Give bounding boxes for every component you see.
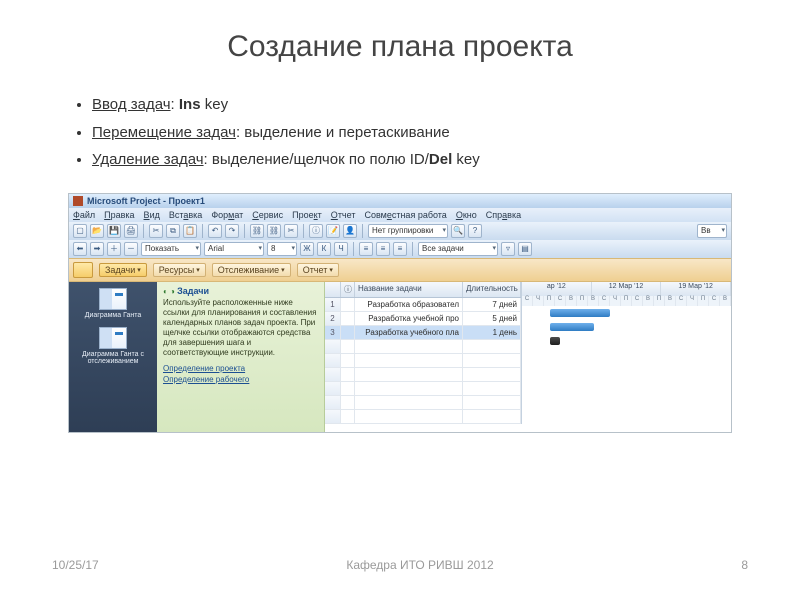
table-row[interactable]: [325, 340, 521, 354]
gantt-bar-selected[interactable]: [550, 337, 560, 345]
new-icon[interactable]: ▢: [73, 224, 87, 238]
minus-icon[interactable]: －: [124, 242, 138, 256]
group-combo[interactable]: Нет группировки: [368, 224, 448, 238]
bullet-3: Удаление задач: выделение/щелчок по полю…: [92, 147, 728, 173]
menu-view[interactable]: Вид: [144, 210, 160, 220]
col-info[interactable]: ⓘ: [341, 282, 355, 297]
toolbar-1: ▢ 📂 💾 🖨 ✂ ⧉ 📋 ↶ ↷ ⛓ ⛓ ✂ ⓘ 📝 👤 Нет группи…: [69, 222, 731, 240]
filter-combo[interactable]: Все задачи: [418, 242, 498, 256]
help-link-2[interactable]: Определение рабочего: [163, 375, 318, 384]
bullet-2: Перемещение задач: выделение и перетаски…: [92, 120, 728, 146]
menu-report[interactable]: Отчет: [331, 210, 356, 220]
fontsize-combo[interactable]: 8: [267, 242, 297, 256]
group-icon[interactable]: ▤: [518, 242, 532, 256]
slide-footer: 10/25/17 Кафедра ИТО РИВШ 2012 8: [0, 558, 800, 572]
table-row-selected[interactable]: 3 Разработка учебного пла 1 день: [325, 326, 521, 340]
save-icon[interactable]: 💾: [107, 224, 121, 238]
menu-tools[interactable]: Сервис: [252, 210, 283, 220]
align-r-icon[interactable]: ≡: [393, 242, 407, 256]
content: Диаграмма Ганта Диаграмма Ганта с отслеж…: [69, 282, 731, 432]
link-icon[interactable]: ⛓: [250, 224, 264, 238]
footer-center: Кафедра ИТО РИВШ 2012: [346, 558, 493, 572]
footer-date: 10/25/17: [52, 558, 99, 572]
gantt-week: ар '12: [522, 282, 592, 296]
view-bar: Диаграмма Ганта Диаграмма Ганта с отслеж…: [69, 282, 157, 432]
footer-page: 8: [741, 558, 748, 572]
underline-btn[interactable]: Ч: [334, 242, 348, 256]
ribbon-resources[interactable]: Ресурсы ▾: [153, 263, 206, 277]
gantt-days: СЧПСВ ПВСЧПСВ ПВСЧПСВ: [522, 296, 731, 306]
align-c-icon[interactable]: ≡: [376, 242, 390, 256]
italic-btn[interactable]: К: [317, 242, 331, 256]
gantt-bar[interactable]: [550, 309, 610, 317]
gantt-week: 12 Мар '12: [592, 282, 662, 296]
ribbon-home-icon[interactable]: [73, 262, 93, 278]
menubar: Файл Правка Вид Вставка Формат Сервис Пр…: [69, 208, 731, 222]
show-combo[interactable]: Показать: [141, 242, 201, 256]
menu-project[interactable]: Проект: [292, 210, 322, 220]
font-combo[interactable]: Arial: [204, 242, 264, 256]
ribbon-tasks[interactable]: Задачи ▾: [99, 263, 147, 277]
col-name[interactable]: Название задачи: [355, 282, 463, 297]
gantt-week: 19 Мар '12: [661, 282, 731, 296]
help-title: Задачи: [163, 286, 318, 296]
menu-help[interactable]: Справка: [486, 210, 521, 220]
titlebar: Microsoft Project - Проект1: [69, 194, 731, 208]
copy-icon[interactable]: ⧉: [166, 224, 180, 238]
info-icon[interactable]: ⓘ: [309, 224, 323, 238]
menu-format[interactable]: Формат: [211, 210, 243, 220]
bullets: Ввод задач: Ins key Перемещение задач: в…: [0, 92, 800, 193]
bold-btn[interactable]: Ж: [300, 242, 314, 256]
ribbon-report[interactable]: Отчет ▾: [297, 263, 339, 277]
gantt-chart[interactable]: ар '12 12 Мар '12 19 Мар '12 СЧПСВ ПВСЧП…: [521, 282, 731, 424]
cut-icon[interactable]: ✂: [149, 224, 163, 238]
task-table: ⓘ Название задачи Длительность 1 Разрабо…: [325, 282, 731, 432]
plus-icon[interactable]: ＋: [107, 242, 121, 256]
table-row[interactable]: [325, 368, 521, 382]
open-icon[interactable]: 📂: [90, 224, 104, 238]
menu-edit[interactable]: Правка: [104, 210, 134, 220]
indent-icon[interactable]: ➡: [90, 242, 104, 256]
table-row[interactable]: 1 Разработка образовател 7 дней: [325, 298, 521, 312]
zoom-icon[interactable]: 🔍: [451, 224, 465, 238]
table-row[interactable]: [325, 410, 521, 424]
search-right[interactable]: Вв: [697, 224, 727, 238]
undo-icon[interactable]: ↶: [208, 224, 222, 238]
help-body: Используйте расположенные ниже ссылки дл…: [163, 298, 318, 358]
help-link-1[interactable]: Определение проекта: [163, 364, 318, 373]
menu-collab[interactable]: Совместная работа: [364, 210, 446, 220]
assign-icon[interactable]: 👤: [343, 224, 357, 238]
slide-title: Создание плана проекта: [0, 0, 800, 92]
align-l-icon[interactable]: ≡: [359, 242, 373, 256]
menu-file[interactable]: Файл: [73, 210, 95, 220]
view-gantt-track[interactable]: Диаграмма Ганта с отслеживанием: [73, 327, 153, 365]
print-icon[interactable]: 🖨: [124, 224, 138, 238]
col-dur[interactable]: Длительность: [463, 282, 521, 297]
msproject-icon: [73, 196, 83, 206]
bullet-1: Ввод задач: Ins key: [92, 92, 728, 118]
ribbon: Задачи ▾ Ресурсы ▾ Отслеживание ▾ Отчет …: [69, 258, 731, 282]
window-title: Microsoft Project - Проект1: [87, 196, 205, 206]
table-row[interactable]: 2 Разработка учебной про 5 дней: [325, 312, 521, 326]
table-row[interactable]: [325, 396, 521, 410]
outdent-icon[interactable]: ⬅: [73, 242, 87, 256]
menu-window[interactable]: Окно: [456, 210, 477, 220]
unlink-icon[interactable]: ⛓: [267, 224, 281, 238]
gantt-bar[interactable]: [550, 323, 594, 331]
app-screenshot: Microsoft Project - Проект1 Файл Правка …: [68, 193, 732, 433]
split-icon[interactable]: ✂: [284, 224, 298, 238]
table-row[interactable]: [325, 382, 521, 396]
autofilter-icon[interactable]: ▿: [501, 242, 515, 256]
toolbar-2: ⬅ ➡ ＋ － Показать Arial 8 Ж К Ч ≡ ≡ ≡ Все…: [69, 240, 731, 258]
paste-icon[interactable]: 📋: [183, 224, 197, 238]
redo-icon[interactable]: ↷: [225, 224, 239, 238]
menu-insert[interactable]: Вставка: [169, 210, 202, 220]
help-icon[interactable]: ?: [468, 224, 482, 238]
table-row[interactable]: [325, 354, 521, 368]
notes-icon[interactable]: 📝: [326, 224, 340, 238]
view-gantt[interactable]: Диаграмма Ганта: [73, 288, 153, 319]
ribbon-track[interactable]: Отслеживание ▾: [212, 263, 291, 277]
help-panel: Задачи Используйте расположенные ниже сс…: [157, 282, 325, 432]
